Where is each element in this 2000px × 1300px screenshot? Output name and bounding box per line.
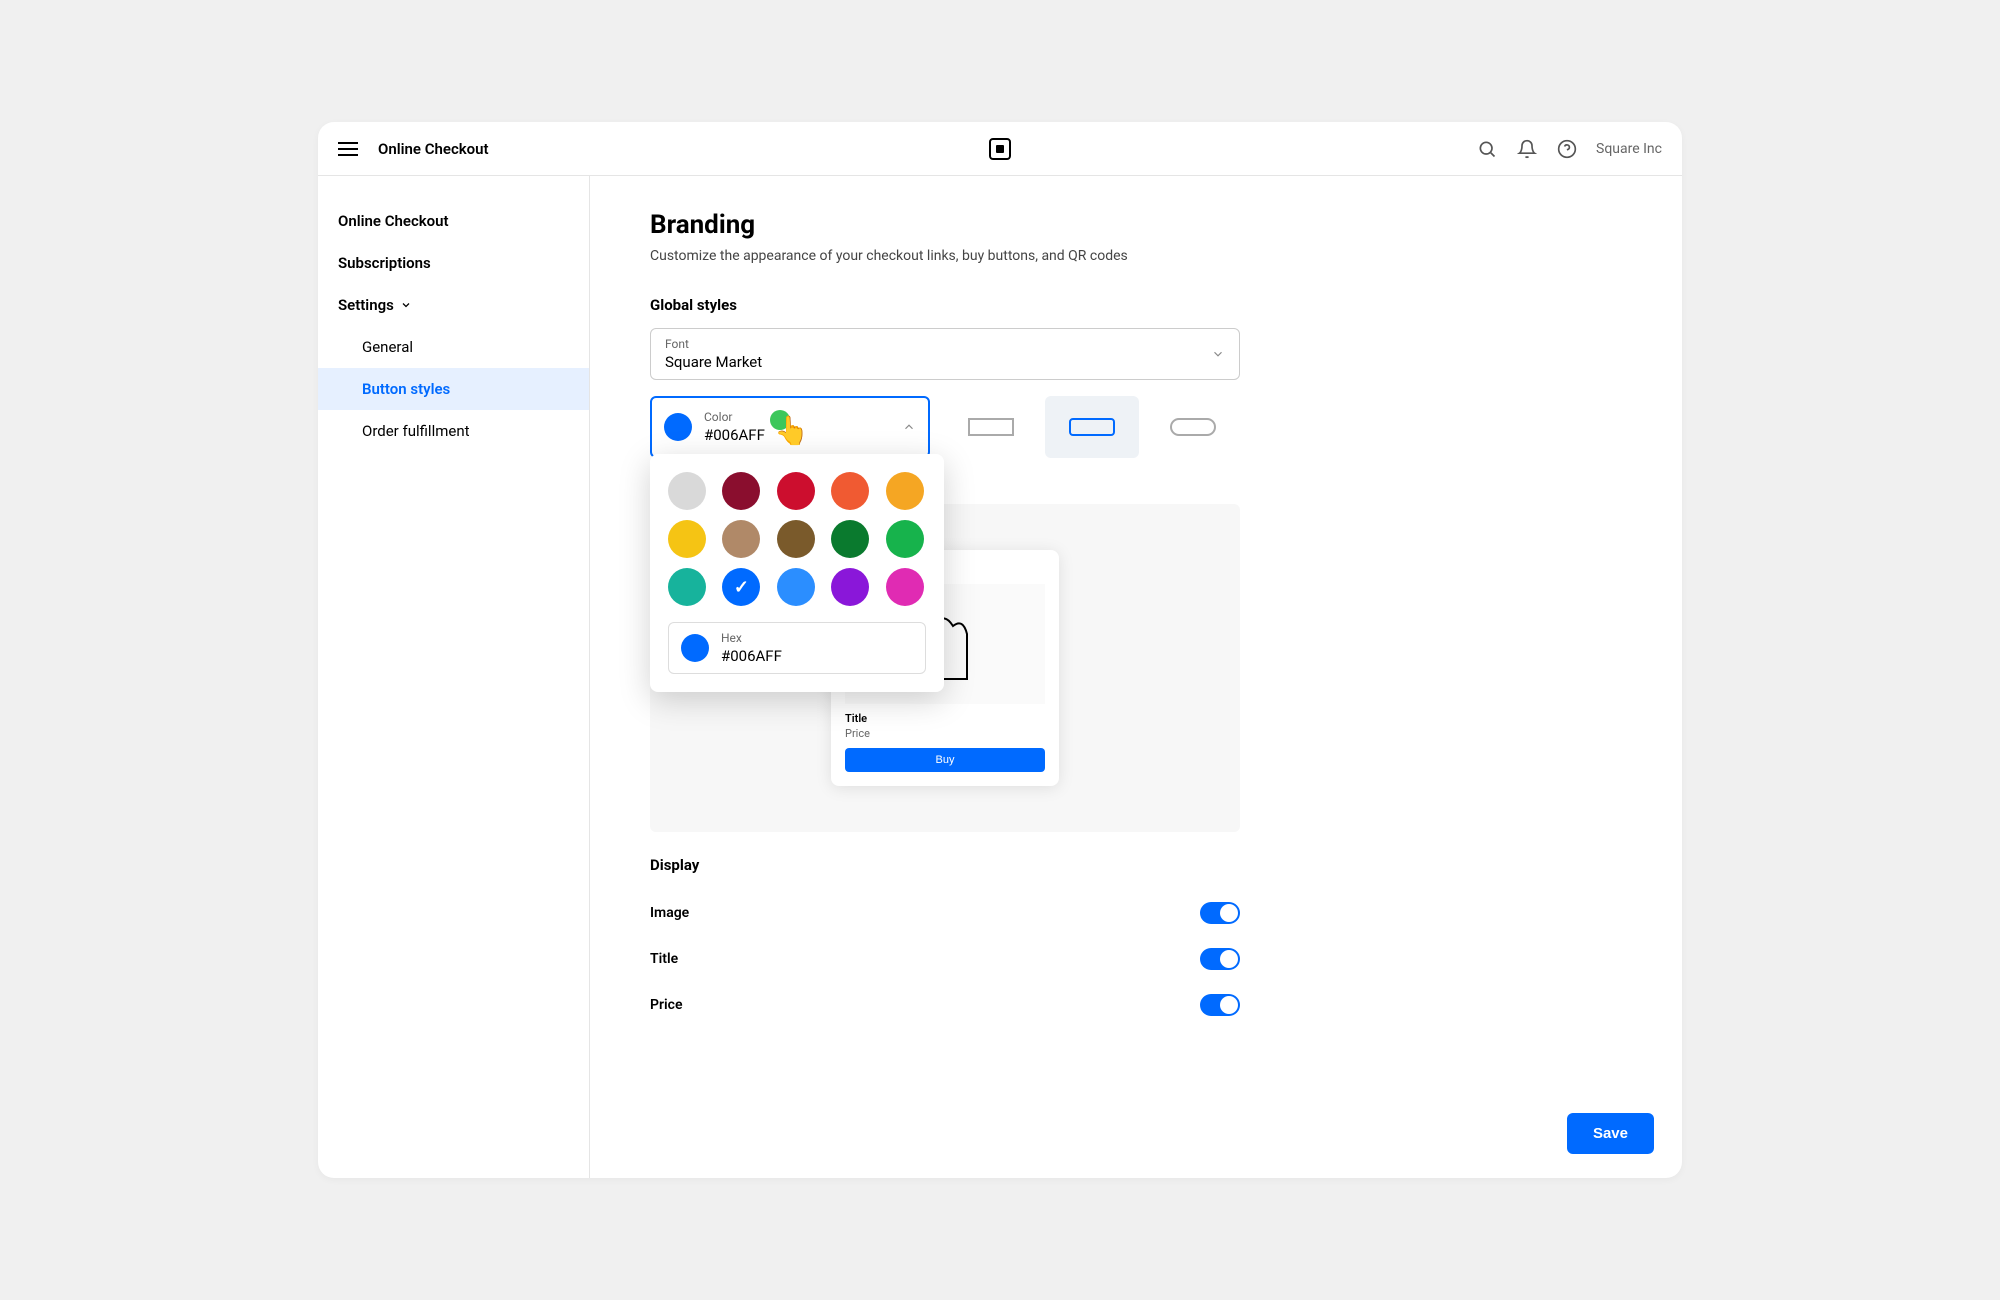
color-swatch-option[interactable] xyxy=(777,472,815,510)
color-swatch-option[interactable] xyxy=(668,568,706,606)
hex-swatch xyxy=(681,634,709,662)
save-button[interactable]: Save xyxy=(1567,1113,1654,1154)
search-icon[interactable] xyxy=(1476,138,1498,160)
color-swatch-option[interactable] xyxy=(668,520,706,558)
font-label: Font xyxy=(665,337,762,351)
preview-buy-button[interactable]: Buy xyxy=(845,748,1045,772)
color-swatch-option[interactable] xyxy=(886,568,924,606)
app-window: Online Checkout Square Inc Online Checko… xyxy=(318,122,1682,1178)
header: Online Checkout Square Inc xyxy=(318,122,1682,176)
toggle-label-price: Price xyxy=(650,997,683,1013)
chevron-down-icon xyxy=(400,299,412,311)
sidebar-subitem-button-styles[interactable]: Button styles xyxy=(318,368,589,410)
sidebar-subitem-label: General xyxy=(362,338,413,356)
global-styles-title: Global styles xyxy=(650,296,1240,314)
shape-option-pill[interactable] xyxy=(1147,396,1240,458)
color-swatch-option[interactable] xyxy=(722,472,760,510)
color-dropdown: Hex #006AFF xyxy=(650,454,944,692)
hex-value: #006AFF xyxy=(721,647,782,665)
shape-options xyxy=(944,396,1240,458)
color-swatch-preview xyxy=(664,413,692,441)
square-logo-icon xyxy=(989,138,1011,160)
color-grid xyxy=(668,472,926,606)
toggle-price[interactable] xyxy=(1200,994,1240,1016)
header-title: Online Checkout xyxy=(378,140,489,158)
sidebar-item-settings[interactable]: Settings xyxy=(318,284,589,326)
color-shape-row: Color #006AFF 👆 xyxy=(650,396,1240,458)
org-name[interactable]: Square Inc xyxy=(1596,141,1662,157)
sidebar-subitem-label: Order fulfillment xyxy=(362,422,470,440)
color-swatch-option[interactable] xyxy=(722,520,760,558)
body: Online Checkout Subscriptions Settings G… xyxy=(318,176,1682,1178)
color-swatch-option[interactable] xyxy=(886,520,924,558)
toggle-image[interactable] xyxy=(1200,902,1240,924)
toggle-title[interactable] xyxy=(1200,948,1240,970)
color-swatch-option[interactable] xyxy=(886,472,924,510)
color-swatch-option[interactable] xyxy=(668,472,706,510)
shape-option-square[interactable] xyxy=(944,396,1037,458)
preview-price-label: Price xyxy=(845,727,1045,740)
page-subtitle: Customize the appearance of your checkou… xyxy=(650,248,1240,264)
sidebar-item-subscriptions[interactable]: Subscriptions xyxy=(318,242,589,284)
footer-save: Save xyxy=(1567,1113,1654,1154)
main-content: Branding Customize the appearance of you… xyxy=(590,176,1682,1178)
color-swatch-option[interactable] xyxy=(831,568,869,606)
chevron-up-icon xyxy=(902,420,916,434)
shape-option-rounded[interactable] xyxy=(1045,396,1138,458)
color-swatch-option[interactable] xyxy=(831,472,869,510)
sidebar-subitem-label: Button styles xyxy=(362,380,450,398)
toggle-row-price: Price xyxy=(650,982,1240,1028)
color-swatch-option[interactable] xyxy=(722,568,760,606)
toggle-row-title: Title xyxy=(650,936,1240,982)
cursor-hand-icon: 👆 xyxy=(774,414,809,447)
hex-input-field[interactable]: Hex #006AFF xyxy=(668,622,926,674)
help-icon[interactable] xyxy=(1556,138,1578,160)
color-swatch-option[interactable] xyxy=(831,520,869,558)
color-swatch-option[interactable] xyxy=(777,568,815,606)
sidebar-item-label: Subscriptions xyxy=(338,254,431,272)
page-title: Branding xyxy=(650,210,1240,240)
color-select[interactable]: Color #006AFF 👆 xyxy=(650,396,930,458)
bell-icon[interactable] xyxy=(1516,138,1538,160)
font-select[interactable]: Font Square Market xyxy=(650,328,1240,380)
sidebar-item-online-checkout[interactable]: Online Checkout xyxy=(318,200,589,242)
sidebar-subitem-general[interactable]: General xyxy=(318,326,589,368)
toggle-label-image: Image xyxy=(650,905,689,921)
sidebar-item-label: Online Checkout xyxy=(338,212,449,230)
preview-subtitle: Title xyxy=(845,712,1045,725)
color-value: #006AFF xyxy=(704,426,765,444)
header-actions: Square Inc xyxy=(1476,138,1662,160)
sidebar-subitem-order-fulfillment[interactable]: Order fulfillment xyxy=(318,410,589,452)
toggle-row-image: Image xyxy=(650,890,1240,936)
hex-label: Hex xyxy=(721,631,782,645)
menu-icon[interactable] xyxy=(338,137,362,161)
chevron-down-icon xyxy=(1211,347,1225,361)
sidebar-item-label: Settings xyxy=(338,296,394,314)
cursor-indicator-dot xyxy=(770,410,790,430)
sidebar: Online Checkout Subscriptions Settings G… xyxy=(318,176,590,1178)
font-value: Square Market xyxy=(665,353,762,371)
toggle-label-title: Title xyxy=(650,951,678,967)
display-section-title: Display xyxy=(650,856,1240,874)
color-label: Color xyxy=(704,410,765,424)
color-swatch-option[interactable] xyxy=(777,520,815,558)
